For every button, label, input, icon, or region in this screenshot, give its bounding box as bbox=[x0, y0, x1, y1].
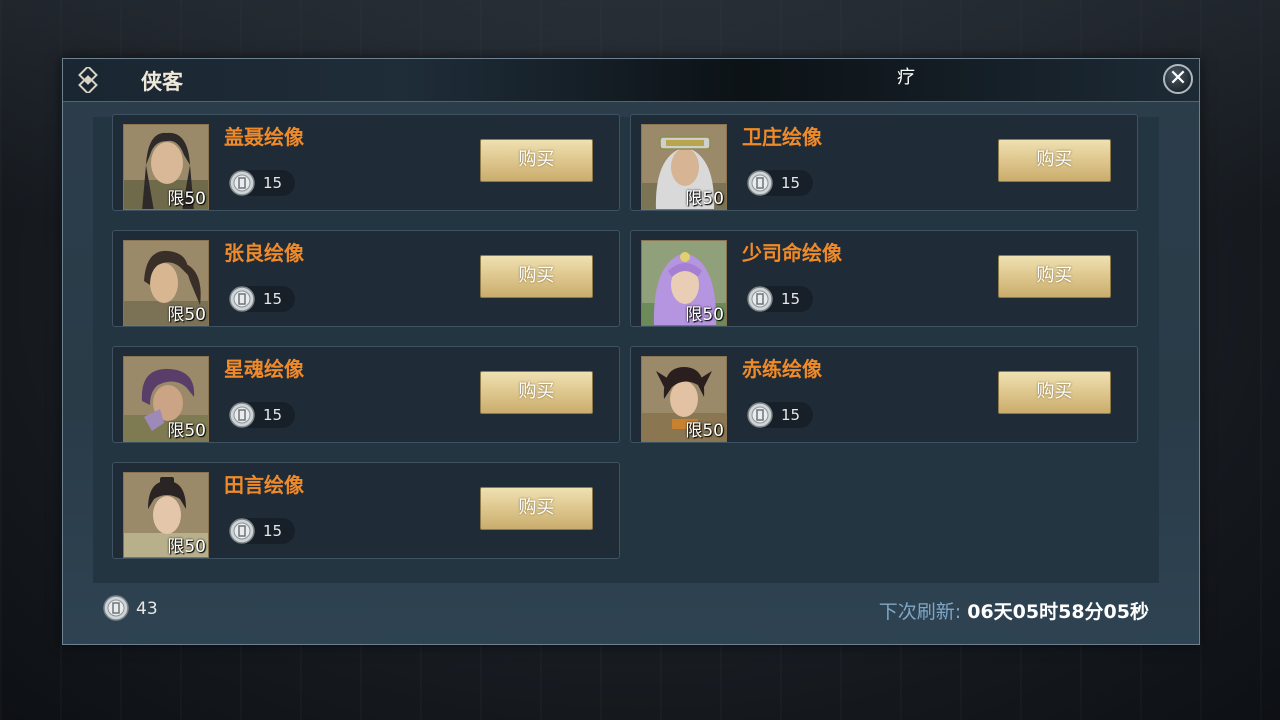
buy-button[interactable]: 购买 bbox=[480, 255, 593, 298]
title-bar: 侠客 疗 ✕ bbox=[63, 59, 1199, 102]
item-name: 张良绘像 bbox=[224, 241, 304, 265]
item-price: 15 bbox=[263, 522, 283, 540]
purchase-limit: 限50 bbox=[685, 305, 724, 325]
item-name: 田言绘像 bbox=[224, 473, 304, 497]
buy-button[interactable]: 购买 bbox=[480, 487, 593, 530]
silver-coin-icon bbox=[747, 402, 773, 428]
shop-item-card: 限50 盖聂绘像 15 购买 bbox=[112, 114, 620, 211]
item-price: 15 bbox=[263, 174, 283, 192]
hero-portrait: 限50 bbox=[641, 240, 727, 326]
shop-window: 侠客 疗 ✕ 限50 盖聂绘像 15 购买 限50 卫庄绘像 15 购买 限50… bbox=[62, 58, 1200, 645]
silver-coin-icon bbox=[229, 170, 255, 196]
silver-coin-icon bbox=[747, 170, 773, 196]
price-tag: 15 bbox=[747, 402, 813, 428]
buy-button[interactable]: 购买 bbox=[998, 255, 1111, 298]
silver-coin-icon bbox=[229, 286, 255, 312]
price-tag: 15 bbox=[229, 518, 295, 544]
item-name: 少司命绘像 bbox=[742, 241, 842, 265]
purchase-limit: 限50 bbox=[167, 537, 206, 557]
item-price: 15 bbox=[263, 406, 283, 424]
buy-button[interactable]: 购买 bbox=[998, 139, 1111, 182]
shop-item-card: 限50 卫庄绘像 15 购买 bbox=[630, 114, 1138, 211]
hero-portrait: 限50 bbox=[123, 472, 209, 558]
price-tag: 15 bbox=[229, 286, 295, 312]
shop-item-card: 限50 赤练绘像 15 购买 bbox=[630, 346, 1138, 443]
item-name: 盖聂绘像 bbox=[224, 125, 304, 149]
item-price: 15 bbox=[781, 174, 801, 192]
currency-balance: 43 bbox=[136, 599, 158, 619]
price-tag: 15 bbox=[747, 170, 813, 196]
refresh-countdown: 06天05时58分05秒 bbox=[967, 601, 1149, 623]
refresh-label: 下次刷新: bbox=[878, 601, 962, 623]
close-button[interactable]: ✕ bbox=[1163, 64, 1193, 94]
hero-portrait: 限50 bbox=[641, 124, 727, 210]
item-list[interactable]: 限50 盖聂绘像 15 购买 限50 卫庄绘像 15 购买 限50 张良绘像 1… bbox=[93, 114, 1159, 583]
shop-item-card: 限50 少司命绘像 15 购买 bbox=[630, 230, 1138, 327]
hero-portrait: 限50 bbox=[123, 124, 209, 210]
item-price: 15 bbox=[263, 290, 283, 308]
hero-portrait: 限50 bbox=[641, 356, 727, 442]
purchase-limit: 限50 bbox=[685, 421, 724, 441]
hero-portrait: 限50 bbox=[123, 240, 209, 326]
purchase-limit: 限50 bbox=[167, 189, 206, 209]
item-name: 卫庄绘像 bbox=[742, 125, 822, 149]
price-tag: 15 bbox=[229, 170, 295, 196]
title-glyph: 疗 bbox=[897, 67, 915, 88]
price-tag: 15 bbox=[229, 402, 295, 428]
item-price: 15 bbox=[781, 406, 801, 424]
purchase-limit: 限50 bbox=[685, 189, 724, 209]
buy-button[interactable]: 购买 bbox=[480, 371, 593, 414]
silver-coin-icon bbox=[229, 402, 255, 428]
shop-item-card: 限50 张良绘像 15 购买 bbox=[112, 230, 620, 327]
silver-coin-icon bbox=[103, 595, 129, 621]
shop-item-card: 限50 田言绘像 15 购买 bbox=[112, 462, 620, 559]
silver-coin-icon bbox=[229, 518, 255, 544]
silver-coin-icon bbox=[747, 286, 773, 312]
item-price: 15 bbox=[781, 290, 801, 308]
knot-emblem-icon bbox=[78, 67, 98, 93]
refresh-timer: 下次刷新: 06天05时58分05秒 bbox=[879, 597, 1149, 624]
buy-button[interactable]: 购买 bbox=[480, 139, 593, 182]
purchase-limit: 限50 bbox=[167, 421, 206, 441]
window-title: 侠客 bbox=[141, 69, 183, 94]
item-name: 赤练绘像 bbox=[742, 357, 822, 381]
item-name: 星魂绘像 bbox=[224, 357, 304, 381]
hero-portrait: 限50 bbox=[123, 356, 209, 442]
close-icon: ✕ bbox=[1168, 66, 1188, 91]
purchase-limit: 限50 bbox=[167, 305, 206, 325]
price-tag: 15 bbox=[747, 286, 813, 312]
buy-button[interactable]: 购买 bbox=[998, 371, 1111, 414]
shop-item-card: 限50 星魂绘像 15 购买 bbox=[112, 346, 620, 443]
